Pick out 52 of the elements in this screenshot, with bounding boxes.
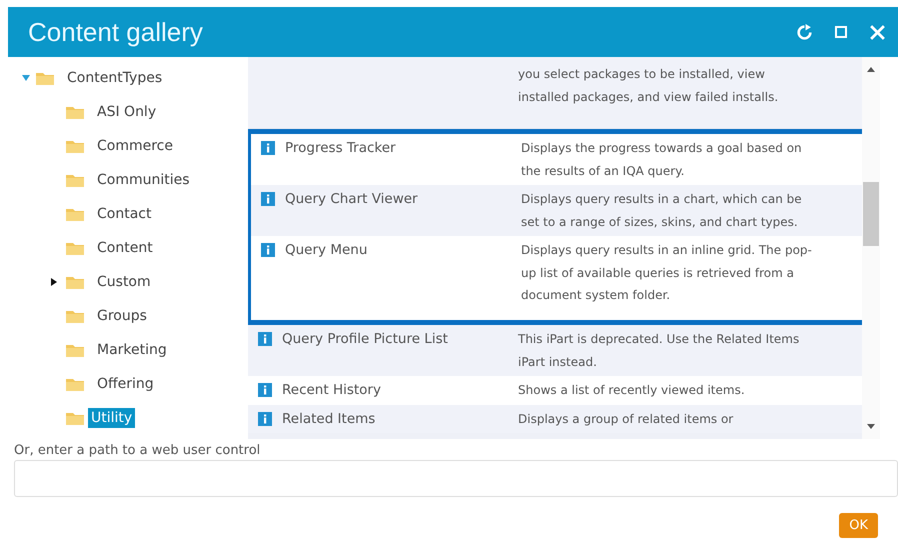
folder-icon <box>66 105 84 119</box>
expanded-arrow-icon[interactable] <box>22 74 30 82</box>
info-icon <box>258 383 272 397</box>
info-icon <box>261 192 275 206</box>
item-name[interactable]: Query Menu <box>285 239 368 262</box>
folder-icon <box>66 343 84 357</box>
info-icon <box>258 332 272 346</box>
tree-item[interactable]: Contact <box>94 204 154 224</box>
info-icon <box>261 141 275 155</box>
item-description: you select packages to be installed, view installed packages, and view failed installs. <box>518 66 780 106</box>
item-description: This iPart is deprecated. Use the Related Items iPart instead. <box>518 331 800 370</box>
scrollbar[interactable] <box>862 57 880 439</box>
path-label: Or, enter a path to a web user control <box>14 443 262 458</box>
tree-item[interactable]: Content <box>94 238 156 258</box>
info-icon <box>261 243 275 257</box>
folder-icon <box>66 411 84 425</box>
scrollbar-thumb[interactable] <box>863 182 879 246</box>
item-name[interactable]: Progress Tracker <box>285 137 396 160</box>
scroll-down-icon[interactable] <box>867 424 875 429</box>
item-description: Shows a list of recently viewed items. <box>518 382 746 399</box>
tree-item[interactable]: Offering <box>94 374 157 394</box>
tree-item[interactable]: Communities <box>94 170 193 190</box>
tree-item[interactable]: Custom <box>94 272 154 292</box>
item-name[interactable]: Query Chart Viewer <box>285 188 418 210</box>
close-icon[interactable] <box>869 24 886 40</box>
window-title: Content gallery <box>28 16 203 48</box>
path-input-field[interactable] <box>14 460 898 497</box>
folder-icon <box>66 207 84 221</box>
folder-icon <box>66 241 84 255</box>
folder-icon <box>66 173 84 187</box>
item-name[interactable]: Query Profile Picture List <box>282 328 448 350</box>
scroll-up-icon[interactable] <box>867 67 875 72</box>
item-description: Displays the progress towards a goal based on the results of an IQA query. <box>521 140 803 180</box>
tree-item[interactable]: ContentTypes <box>64 68 166 88</box>
folder-icon <box>66 309 84 323</box>
collapsed-arrow-icon[interactable] <box>50 278 58 286</box>
tree-item[interactable]: Marketing <box>94 340 170 360</box>
tree-item[interactable]: Groups <box>94 306 150 326</box>
tree-item[interactable]: ASI Only <box>94 102 160 122</box>
refresh-icon[interactable] <box>796 24 813 40</box>
maximize-icon[interactable] <box>835 26 847 38</box>
folder-icon <box>66 377 84 391</box>
item-description: Displays query results in a chart, which can be set to a range of sizes, skins, and chart types. <box>521 191 803 230</box>
item-name[interactable]: Recent History <box>282 379 381 402</box>
folder-icon <box>36 71 54 85</box>
item-description: Displays query results in an inline grid. The pop-up list of available queries is retrieved from a document system folder. <box>521 242 813 304</box>
item-description: Displays a group of related items or <box>518 410 734 428</box>
item-name[interactable]: Related Items <box>282 408 376 430</box>
info-icon <box>258 412 272 426</box>
folder-icon <box>66 275 84 289</box>
tree-item[interactable]: Commerce <box>94 136 176 156</box>
folder-icon <box>66 139 84 153</box>
